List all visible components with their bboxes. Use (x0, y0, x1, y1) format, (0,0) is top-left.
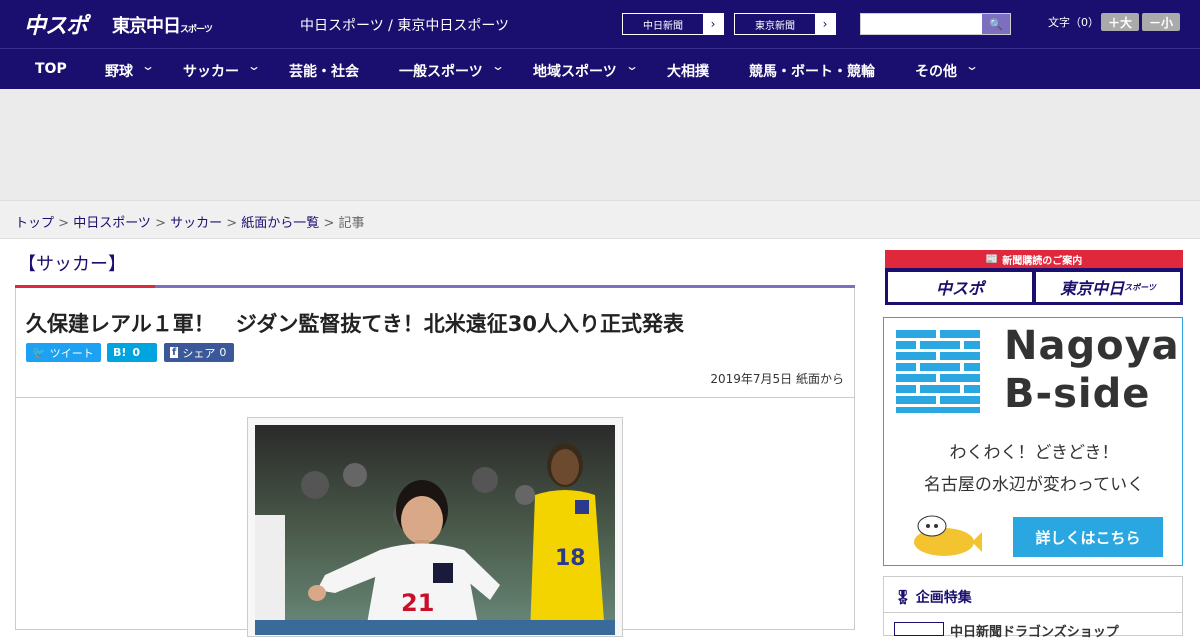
chuspo-logo[interactable]: 中スポ (24, 8, 88, 40)
feature-divider (884, 612, 1182, 613)
nagoya-bside-ad[interactable]: Nagoya B-side わくわく！どきどき！ 名古屋の水辺が変わっていく 詳し… (883, 317, 1183, 566)
svg-text:18: 18 (555, 546, 586, 571)
article-headline: 久保建レアル１軍！ ジダン監督抜てき！北米遠征30人入り正式発表 (26, 312, 684, 336)
font-larger-button[interactable]: ＋大 (1101, 13, 1139, 31)
tweet-label: ツイート (49, 346, 94, 360)
ribbon-icon: 🎖 (894, 590, 912, 606)
twitter-bird-icon: 🐦 (32, 346, 46, 359)
feature-section: 🎖 企画特集 中日新聞ドラゴンズショップ (883, 576, 1183, 640)
subscription-banner: 📰 新聞購読のご案内 中スポ 東京中日 スポーツ (885, 250, 1183, 305)
facebook-share-button[interactable]: f シェア 0 (164, 343, 234, 362)
tokyo-shimbun-label: 東京新聞 (755, 20, 795, 32)
search-input[interactable]: 🔍 (860, 13, 1011, 35)
hatena-bookmark-icon: B! (113, 346, 127, 359)
facebook-icon: f (170, 347, 179, 358)
newspaper-icon: 📰 (985, 253, 999, 265)
chevron-right-icon: › (703, 14, 723, 34)
breadcrumb-separator: > (54, 216, 74, 231)
subscribe-tokyo-chunichi-small: スポーツ (1124, 282, 1156, 292)
nav-item-regional-sports[interactable]: 地域スポーツ (533, 61, 617, 81)
chevron-down-icon[interactable]: ⌄ (247, 59, 261, 73)
bside-brick-logo-icon (896, 330, 980, 413)
feature-item-dragons-shop[interactable]: 中日新聞ドラゴンズショップ (950, 621, 1119, 640)
nav-item-racing[interactable]: 競馬・ボート・競輪 (749, 61, 875, 81)
subscribe-tokyo-chunichi-button[interactable]: 東京中日 スポーツ (1036, 272, 1180, 302)
font-smaller-button[interactable]: －小 (1142, 13, 1180, 31)
font-size-label: 文字（0） (1048, 16, 1099, 29)
feature-heading: 🎖 企画特集 (894, 587, 972, 607)
top-header: 中スポ 東京中日スポーツ 中日スポーツ / 東京中日スポーツ 中日新聞 › 東京… (0, 0, 1200, 48)
breadcrumb-current: 記事 (338, 216, 365, 231)
tokyo-chunichi-logo-text: 東京中日 (112, 16, 181, 37)
feature-heading-label: 企画特集 (915, 590, 972, 606)
feature-thumbnail[interactable] (894, 622, 944, 636)
breadcrumb-chunichi-sports[interactable]: 中日スポーツ (73, 216, 151, 231)
article-date: 2019年7月5日 紙面から (710, 372, 844, 386)
site-title: 中日スポーツ / 東京中日スポーツ (300, 18, 510, 34)
nav-item-baseball[interactable]: 野球 (105, 61, 133, 81)
nav-item-soccer[interactable]: サッカー (183, 61, 239, 81)
tweet-button[interactable]: 🐦 ツイート (26, 343, 101, 362)
nav-item-entertainment[interactable]: 芸能・社会 (289, 61, 359, 81)
nav-item-top[interactable]: TOP (35, 61, 67, 77)
jersey-number: 21 (401, 589, 434, 617)
tokyo-chunichi-logo[interactable]: 東京中日スポーツ (112, 12, 213, 38)
bside-title: Nagoya B-side (1004, 322, 1180, 418)
tokyo-chunichi-logo-small: スポーツ (180, 25, 213, 35)
subscription-header: 📰 新聞購読のご案内 (885, 250, 1183, 268)
search-icon: 🔍 (989, 17, 1003, 31)
facebook-share-label: シェア (182, 346, 216, 360)
soccer-player-photo: 18 21 (255, 425, 615, 635)
chevron-right-icon: › (815, 14, 835, 34)
article-category[interactable]: 【サッカー】 (18, 250, 126, 276)
nav-item-sumo[interactable]: 大相撲 (667, 61, 709, 81)
breadcrumb-separator: > (222, 216, 242, 231)
breadcrumb-separator: > (319, 216, 339, 231)
subscribe-chuspo-button[interactable]: 中スポ (888, 272, 1032, 302)
article-photo[interactable]: 18 21 (255, 425, 615, 635)
chevron-down-icon[interactable]: ⌄ (491, 59, 505, 73)
hatena-count: 0 (132, 346, 141, 359)
breadcrumb-newspaper-list[interactable]: 紙面から一覧 (241, 216, 319, 231)
chevron-down-icon[interactable]: ⌄ (625, 59, 639, 73)
chevron-down-icon[interactable]: ⌄ (965, 59, 979, 73)
breadcrumb-top[interactable]: トップ (15, 216, 54, 231)
article-photo-frame: 18 21 (247, 417, 623, 637)
bside-tagline-1: わくわく！どきどき！ (949, 443, 1119, 463)
facebook-count: 0 (219, 346, 227, 359)
nav-item-other[interactable]: その他 (915, 61, 957, 81)
ad-banner-area (0, 89, 1200, 200)
subscribe-tokyo-chunichi-label: 東京中日 (1060, 279, 1125, 298)
chunichi-shimbun-link[interactable]: 中日新聞 › (622, 13, 724, 35)
hatena-bookmark-button[interactable]: B! 0 (107, 343, 157, 362)
bside-tagline-2: 名古屋の水辺が変わっていく (923, 475, 1145, 495)
fish-mascot-icon (914, 515, 982, 556)
bside-title-line1: Nagoya (1004, 323, 1180, 369)
chunichi-shimbun-label: 中日新聞 (643, 20, 683, 32)
breadcrumb: トップ > 中日スポーツ > サッカー > 紙面から一覧 > 記事 (0, 200, 1200, 239)
breadcrumb-separator: > (150, 216, 171, 231)
bside-title-line2: B-side (1004, 371, 1151, 417)
chevron-down-icon[interactable]: ⌄ (141, 59, 155, 73)
subscription-header-label: 新聞購読のご案内 (1002, 255, 1083, 267)
nav-item-general-sports[interactable]: 一般スポーツ (399, 61, 483, 81)
article-divider (16, 397, 854, 398)
breadcrumb-soccer[interactable]: サッカー (170, 216, 222, 231)
main-nav: TOP 野球 ⌄ サッカー ⌄ 芸能・社会 一般スポーツ ⌄ 地域スポーツ ⌄ … (0, 48, 1200, 89)
tokyo-shimbun-link[interactable]: 東京新聞 › (734, 13, 836, 35)
bside-details-button[interactable]: 詳しくはこちら (1013, 517, 1163, 557)
search-button[interactable]: 🔍 (982, 14, 1010, 34)
article-card: 久保建レアル１軍！ ジダン監督抜てき！北米遠征30人入り正式発表 🐦 ツイート B… (15, 288, 855, 637)
